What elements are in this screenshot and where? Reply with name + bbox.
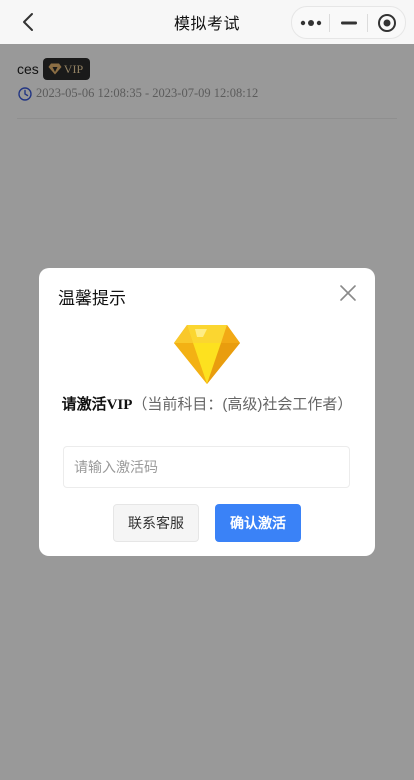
target-circle-icon xyxy=(377,13,396,32)
confirm-activate-button[interactable]: 确认激活 xyxy=(215,504,301,542)
nav-bar: 模拟考试 xyxy=(0,0,414,44)
more-dots-icon xyxy=(300,19,321,26)
minimize-icon xyxy=(340,21,357,24)
contact-support-button[interactable]: 联系客服 xyxy=(113,504,199,542)
page-title: 模拟考试 xyxy=(173,16,240,33)
dialog-close-button[interactable] xyxy=(337,282,359,304)
activation-prompt: 请激活VIP（当前科目：(高级)社会工作者） xyxy=(61,394,353,416)
dialog-title: 温馨提示 xyxy=(58,289,126,308)
prompt-strong: 请激活VIP xyxy=(61,397,133,413)
back-button[interactable] xyxy=(14,8,42,36)
prompt-detail: （当前科目：(高级)社会工作者） xyxy=(132,396,353,413)
close-miniprogram-button[interactable] xyxy=(368,7,405,38)
page: 模拟考试 ces VIP 2023-05-06 12:08:35 - 2023-… xyxy=(0,0,414,780)
capsule-menu xyxy=(291,6,406,39)
minimize-button[interactable] xyxy=(330,7,367,38)
chevron-left-icon xyxy=(23,13,33,31)
close-icon xyxy=(340,285,356,301)
more-button[interactable] xyxy=(292,7,329,38)
activation-dialog: 温馨提示 请激活VIP（当前科目：(高级)社会工作者） 联系客服 确认激活 xyxy=(39,268,375,556)
diamond-icon xyxy=(174,325,240,384)
activation-code-input[interactable] xyxy=(63,446,350,488)
